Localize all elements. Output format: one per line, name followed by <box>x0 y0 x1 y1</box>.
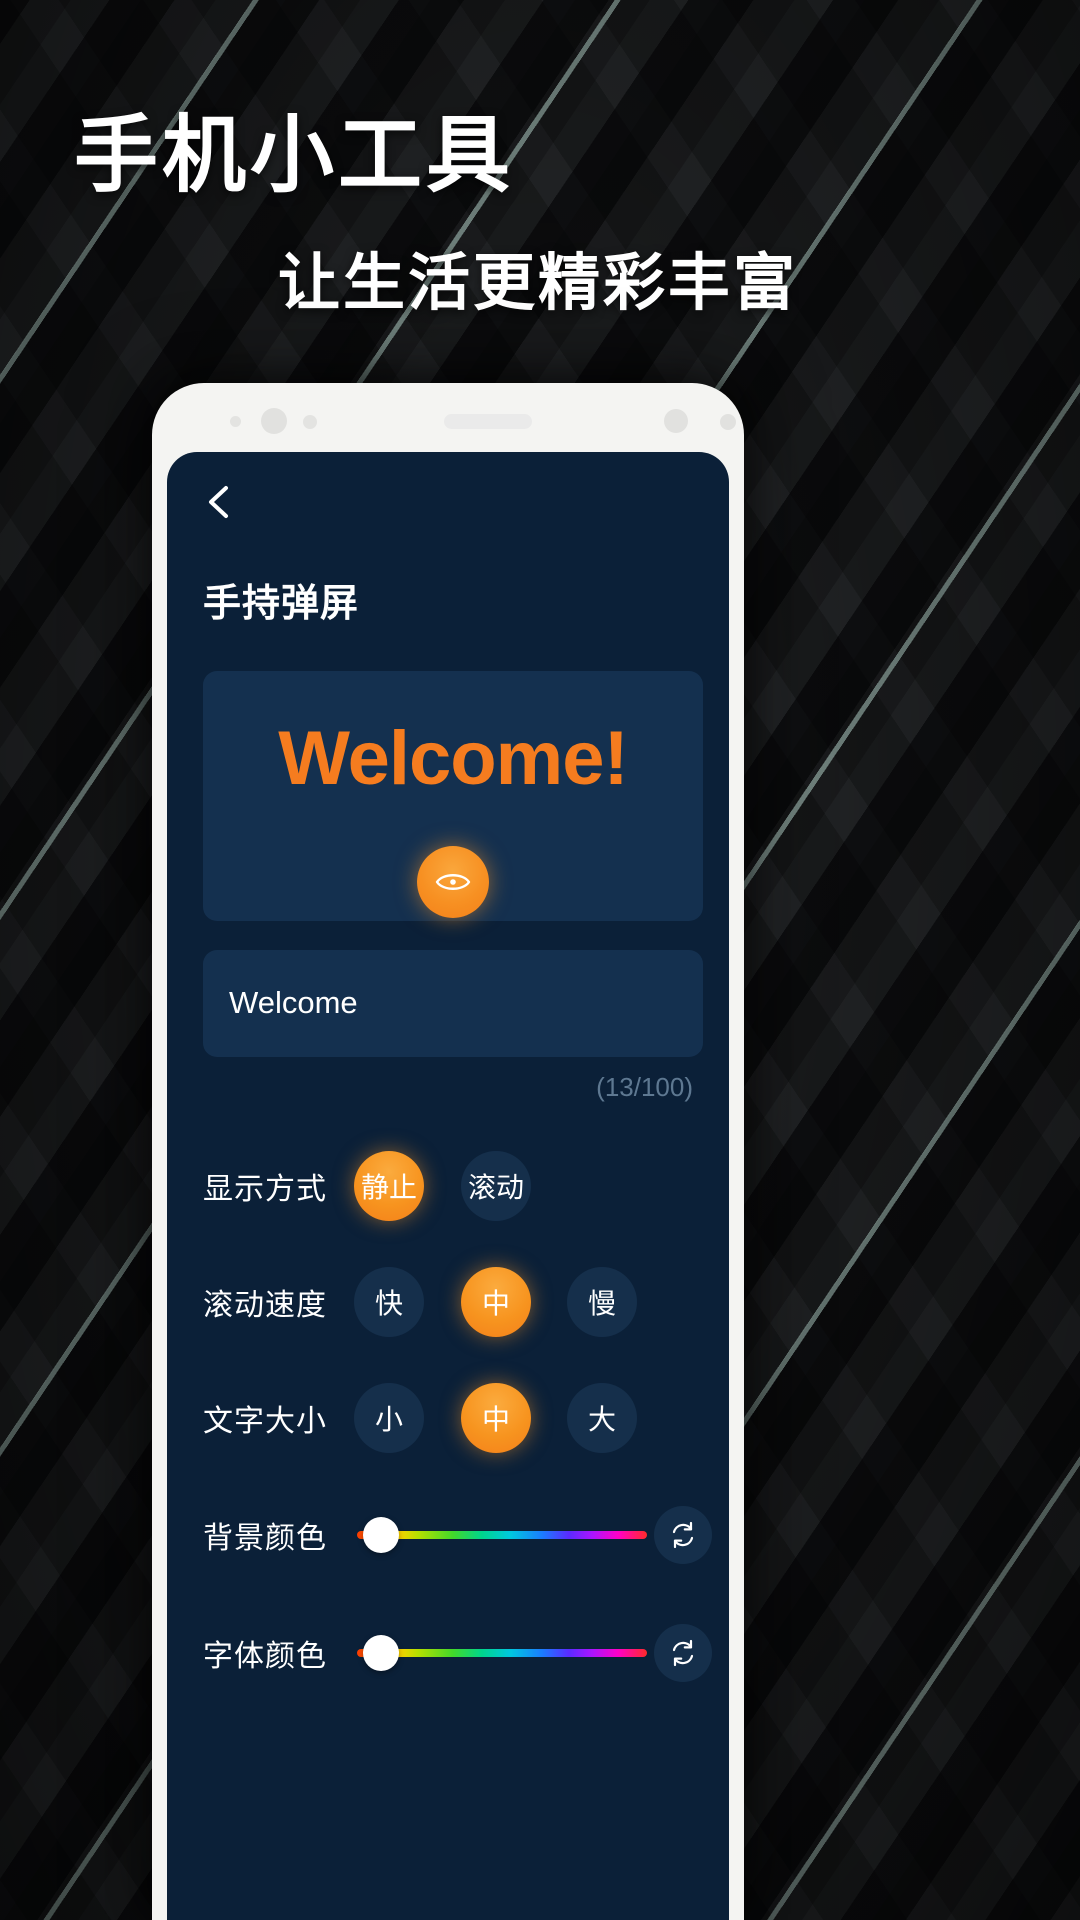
option-label: 滚动速度 <box>203 1289 327 1322</box>
background-color-slider-knob[interactable] <box>363 1517 399 1553</box>
color-row-background: 背景颜色 <box>167 1492 729 1578</box>
eye-icon[interactable] <box>417 846 489 918</box>
option-label: 显示方式 <box>203 1173 327 1206</box>
option-label: 文字大小 <box>203 1405 327 1438</box>
promo-title: 手机小工具 <box>74 108 515 202</box>
option-choice-medium[interactable]: 中 <box>461 1267 531 1337</box>
sensor-dot-icon <box>230 416 241 427</box>
preview-text: Welcome! <box>278 716 629 801</box>
character-counter: (13/100) <box>596 1072 693 1102</box>
sensor-dot-icon <box>664 409 688 433</box>
option-choice-medium[interactable]: 中 <box>461 1383 531 1453</box>
phone-top-bezel <box>152 383 744 455</box>
color-label: 字体颜色 <box>203 1640 327 1673</box>
option-row-text-size: 文字大小 小 中 大 <box>167 1370 729 1466</box>
chevron-left-icon[interactable] <box>205 484 231 520</box>
promo-subtitle: 让生活更精彩丰富 <box>278 249 799 318</box>
color-label: 背景颜色 <box>203 1522 327 1555</box>
option-choice-small[interactable]: 小 <box>354 1383 424 1453</box>
marquee-text-input[interactable]: Welcome <box>203 950 703 1057</box>
sensor-dot-icon <box>303 415 317 429</box>
refresh-icon[interactable] <box>654 1624 712 1682</box>
option-choice-large[interactable]: 大 <box>567 1383 637 1453</box>
color-row-font: 字体颜色 <box>167 1610 729 1696</box>
front-camera-icon <box>261 408 287 434</box>
option-choice-fast[interactable]: 快 <box>354 1267 424 1337</box>
option-row-scroll-speed: 滚动速度 快 中 慢 <box>167 1254 729 1350</box>
app-navbar <box>167 452 729 548</box>
option-row-display-mode: 显示方式 静止 滚动 <box>167 1138 729 1234</box>
font-color-slider[interactable] <box>357 1649 647 1657</box>
refresh-icon[interactable] <box>654 1506 712 1564</box>
font-color-slider-knob[interactable] <box>363 1635 399 1671</box>
page-title: 手持弹屏 <box>203 583 360 625</box>
promo-screenshot: 手机小工具 让生活更精彩丰富 手持弹屏 Welcome! Welcome (13… <box>0 0 1080 1920</box>
phone-mockup: 手持弹屏 Welcome! Welcome (13/100) 显示方式 静止 滚… <box>152 383 744 1920</box>
option-choice-scroll[interactable]: 滚动 <box>461 1151 531 1221</box>
option-choice-slow[interactable]: 慢 <box>567 1267 637 1337</box>
preview-card: Welcome! <box>203 671 703 921</box>
phone-screen: 手持弹屏 Welcome! Welcome (13/100) 显示方式 静止 滚… <box>167 452 729 1920</box>
sensor-dot-icon <box>720 414 736 430</box>
background-color-slider[interactable] <box>357 1531 647 1539</box>
earpiece-speaker-icon <box>444 414 532 429</box>
marquee-text-value: Welcome <box>229 985 358 1020</box>
option-choice-static[interactable]: 静止 <box>354 1151 424 1221</box>
